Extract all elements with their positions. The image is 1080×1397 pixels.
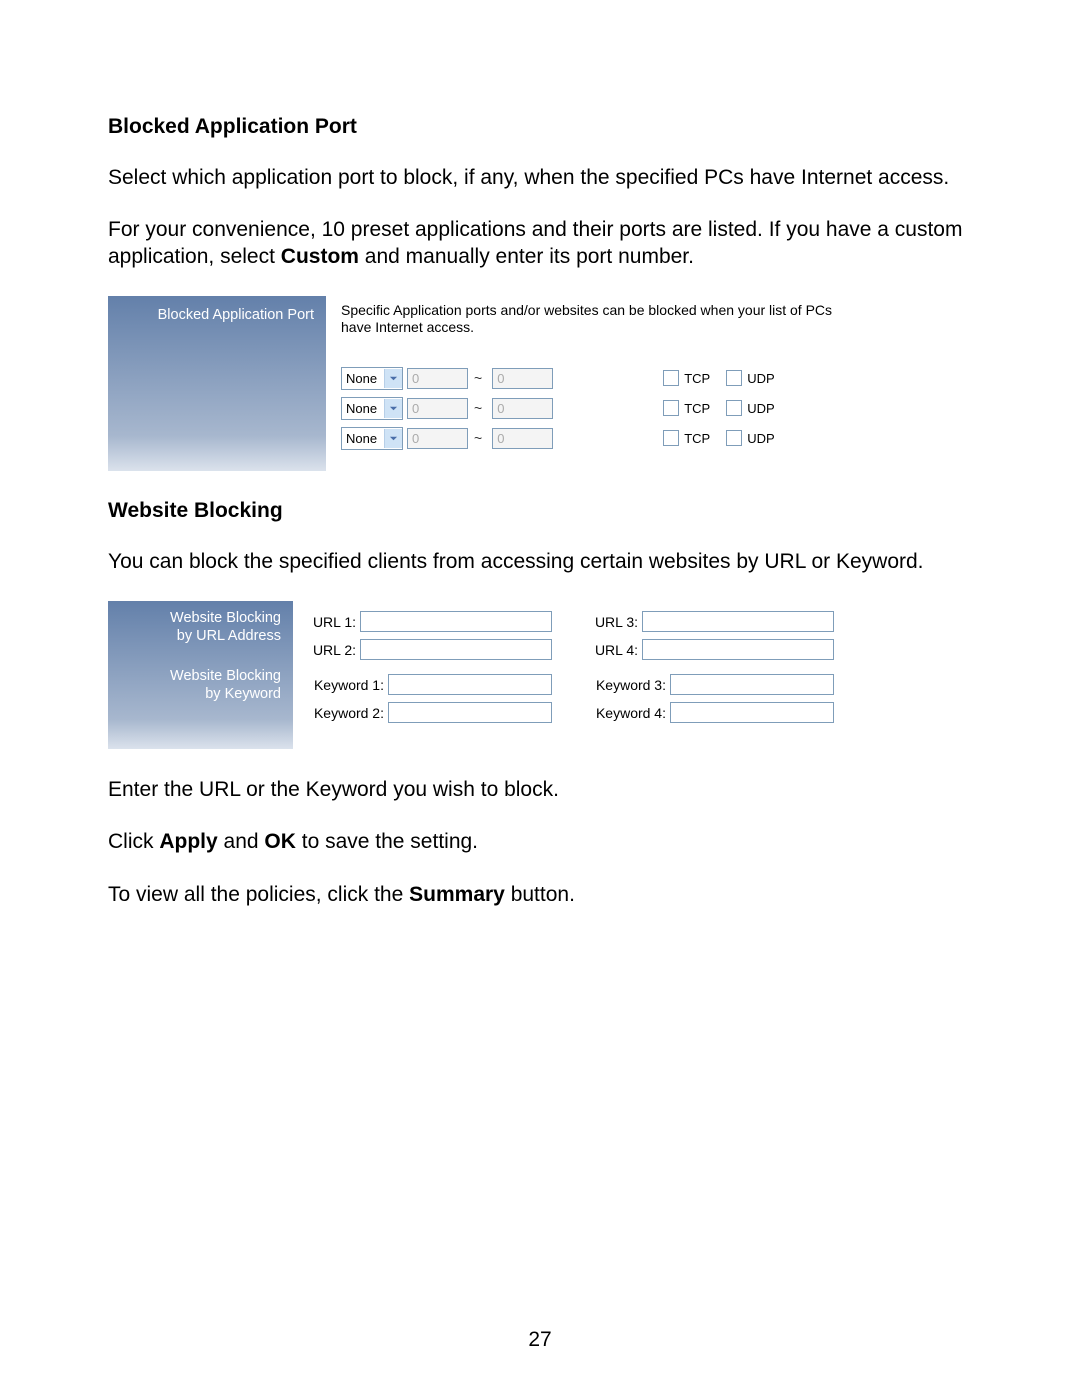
checkbox-label: TCP xyxy=(684,401,710,416)
screenshot-blocked-application-port: Blocked Application Port Specific Applic… xyxy=(108,296,834,471)
text: to save the setting. xyxy=(296,830,478,853)
port-row: None 0 ~ 0 TCP UDP xyxy=(341,363,834,393)
text: Website Blocking xyxy=(116,609,281,627)
checkbox-icon xyxy=(726,430,742,446)
url3-label: URL 3: xyxy=(590,614,642,630)
text: button. xyxy=(505,883,575,906)
select-value: None xyxy=(342,371,384,386)
checkbox-icon xyxy=(726,400,742,416)
application-select[interactable]: None xyxy=(341,367,403,390)
paragraph: Click Apply and OK to save the setting. xyxy=(108,829,972,855)
panel: URL 1: URL 2: URL 3: URL 4: Keyword 1: K… xyxy=(293,601,834,749)
url4-input[interactable] xyxy=(642,639,834,660)
text: To view all the policies, click the xyxy=(108,883,409,906)
screenshot-website-blocking: Website Blocking by URL Address Website … xyxy=(108,601,834,749)
text: Click xyxy=(108,830,159,853)
port-from-input[interactable]: 0 xyxy=(407,398,468,419)
page-number: 27 xyxy=(0,1328,1080,1352)
application-select[interactable]: None xyxy=(341,427,403,450)
url4-label: URL 4: xyxy=(590,642,642,658)
port-from-input[interactable]: 0 xyxy=(407,428,468,449)
range-separator: ~ xyxy=(468,370,488,386)
description-text: Specific Application ports and/or websit… xyxy=(341,302,834,336)
tcp-checkbox[interactable]: TCP xyxy=(663,430,710,446)
checkbox-icon xyxy=(663,430,679,446)
checkbox-label: TCP xyxy=(684,371,710,386)
checkbox-label: TCP xyxy=(684,431,710,446)
checkbox-icon xyxy=(726,370,742,386)
text-bold: Apply xyxy=(159,830,217,853)
tcp-checkbox[interactable]: TCP xyxy=(663,400,710,416)
text: by URL Address xyxy=(116,627,281,645)
paragraph: For your convenience, 10 preset applicat… xyxy=(108,217,972,270)
text: and xyxy=(218,830,265,853)
keyword1-label: Keyword 1: xyxy=(308,677,388,693)
sidebar-label: Blocked Application Port xyxy=(108,296,326,471)
tcp-checkbox[interactable]: TCP xyxy=(663,370,710,386)
port-to-input[interactable]: 0 xyxy=(492,368,553,389)
heading-website-blocking: Website Blocking xyxy=(108,499,972,523)
sidebar-url-label: Website Blocking by URL Address xyxy=(116,609,281,645)
protocol-group: TCP UDP xyxy=(663,370,774,386)
chevron-down-icon xyxy=(384,429,402,448)
checkbox-label: UDP xyxy=(747,371,774,386)
port-row: None 0 ~ 0 TCP UDP xyxy=(341,393,834,423)
text: Website Blocking xyxy=(116,667,281,685)
range-separator: ~ xyxy=(468,400,488,416)
protocol-group: TCP UDP xyxy=(663,430,774,446)
port-row: None 0 ~ 0 TCP UDP xyxy=(341,423,834,453)
select-value: None xyxy=(342,431,384,446)
text: by Keyword xyxy=(116,685,281,703)
range-separator: ~ xyxy=(468,430,488,446)
url3-input[interactable] xyxy=(642,611,834,632)
port-from-input[interactable]: 0 xyxy=(407,368,468,389)
sidebar-keyword-label: Website Blocking by Keyword xyxy=(116,667,281,703)
checkbox-icon xyxy=(663,370,679,386)
paragraph: You can block the specified clients from… xyxy=(108,549,972,575)
paragraph: To view all the policies, click the Summ… xyxy=(108,882,972,908)
url2-input[interactable] xyxy=(360,639,552,660)
port-to-input[interactable]: 0 xyxy=(492,428,553,449)
udp-checkbox[interactable]: UDP xyxy=(726,400,774,416)
keyword4-label: Keyword 4: xyxy=(590,705,670,721)
sidebar-text: Blocked Application Port xyxy=(116,306,314,324)
url1-input[interactable] xyxy=(360,611,552,632)
protocol-group: TCP UDP xyxy=(663,400,774,416)
chevron-down-icon xyxy=(384,369,402,388)
sidebar-label: Website Blocking by URL Address Website … xyxy=(108,601,293,749)
keyword2-label: Keyword 2: xyxy=(308,705,388,721)
keyword3-label: Keyword 3: xyxy=(590,677,670,693)
chevron-down-icon xyxy=(384,399,402,418)
text-bold: Custom xyxy=(281,245,359,268)
port-to-input[interactable]: 0 xyxy=(492,398,553,419)
text-bold: Summary xyxy=(409,883,505,906)
text: and manually enter its port number. xyxy=(359,245,694,268)
paragraph: Select which application port to block, … xyxy=(108,165,972,191)
keyword1-input[interactable] xyxy=(388,674,552,695)
checkbox-label: UDP xyxy=(747,431,774,446)
url-grid: URL 1: URL 2: URL 3: URL 4: xyxy=(308,611,834,660)
text-bold: OK xyxy=(264,830,296,853)
checkbox-label: UDP xyxy=(747,401,774,416)
select-value: None xyxy=(342,401,384,416)
keyword-grid: Keyword 1: Keyword 2: Keyword 3: Keyword… xyxy=(308,674,834,723)
panel: Specific Application ports and/or websit… xyxy=(326,296,834,471)
keyword4-input[interactable] xyxy=(670,702,834,723)
keyword2-input[interactable] xyxy=(388,702,552,723)
url2-label: URL 2: xyxy=(308,642,360,658)
application-select[interactable]: None xyxy=(341,397,403,420)
keyword3-input[interactable] xyxy=(670,674,834,695)
page: Blocked Application Port Select which ap… xyxy=(0,0,1080,1397)
checkbox-icon xyxy=(663,400,679,416)
url1-label: URL 1: xyxy=(308,614,360,630)
heading-blocked-application-port: Blocked Application Port xyxy=(108,115,972,139)
paragraph: Enter the URL or the Keyword you wish to… xyxy=(108,777,972,803)
udp-checkbox[interactable]: UDP xyxy=(726,370,774,386)
udp-checkbox[interactable]: UDP xyxy=(726,430,774,446)
